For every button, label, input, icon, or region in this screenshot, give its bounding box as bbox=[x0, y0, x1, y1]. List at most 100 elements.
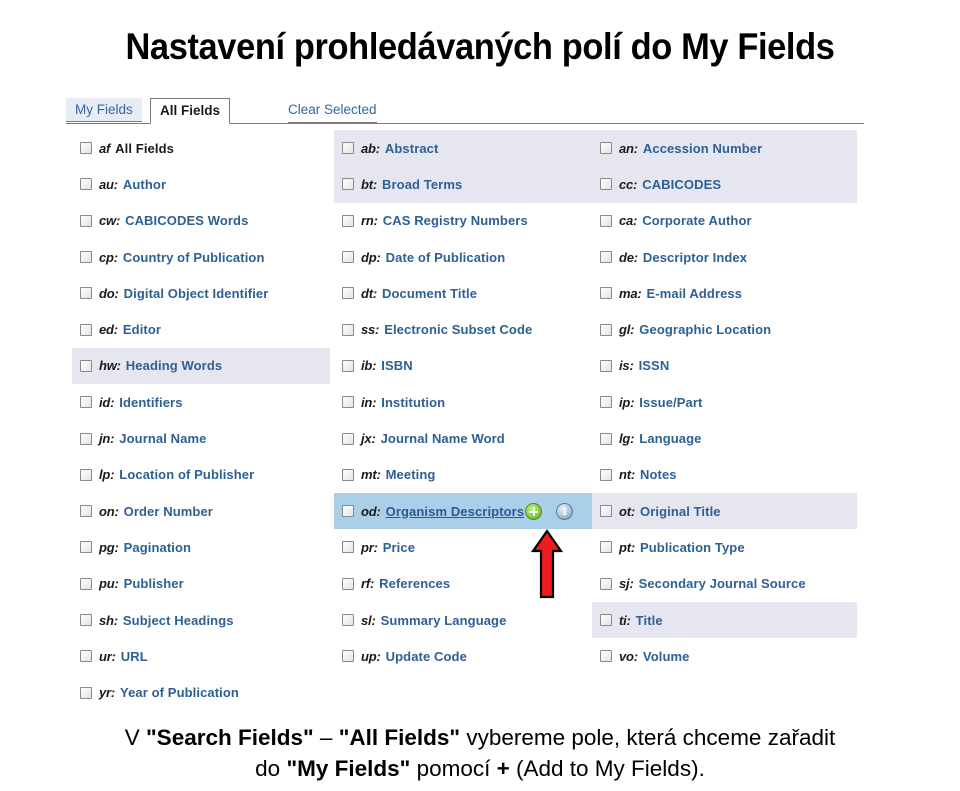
field-label[interactable]: Order Number bbox=[124, 504, 213, 519]
field-label[interactable]: ISBN bbox=[381, 358, 412, 373]
field-label[interactable]: Document Title bbox=[382, 286, 477, 301]
field-label[interactable]: Journal Name Word bbox=[381, 431, 505, 446]
field-label[interactable]: Original Title bbox=[640, 504, 721, 519]
field-label[interactable]: References bbox=[379, 576, 450, 591]
field-label[interactable]: All Fields bbox=[115, 141, 174, 156]
field-label[interactable]: Location of Publisher bbox=[119, 467, 254, 482]
checkbox-icon[interactable] bbox=[342, 396, 354, 409]
field-label[interactable]: Volume bbox=[643, 649, 690, 664]
field-row[interactable]: ed: Editor bbox=[72, 311, 330, 347]
field-row[interactable]: up: Update Code bbox=[334, 638, 592, 674]
checkbox-icon[interactable] bbox=[600, 650, 612, 663]
checkbox-icon[interactable] bbox=[80, 686, 92, 699]
field-label[interactable]: Date of Publication bbox=[386, 250, 506, 265]
field-row[interactable]: do: Digital Object Identifier bbox=[72, 275, 330, 311]
checkbox-icon[interactable] bbox=[600, 287, 612, 300]
checkbox-icon[interactable] bbox=[80, 577, 92, 590]
field-row[interactable]: de: Descriptor Index bbox=[592, 239, 857, 275]
field-label[interactable]: Title bbox=[636, 613, 663, 628]
checkbox-icon[interactable] bbox=[80, 214, 92, 227]
field-row[interactable]: is: ISSN bbox=[592, 348, 857, 384]
field-label[interactable]: Country of Publication bbox=[123, 250, 265, 265]
field-row[interactable]: ca: Corporate Author bbox=[592, 203, 857, 239]
field-row[interactable]: ab: Abstract bbox=[334, 130, 592, 167]
field-row[interactable]: jx: Journal Name Word bbox=[334, 420, 592, 456]
field-row[interactable]: ma: E-mail Address bbox=[592, 275, 857, 311]
field-row[interactable]: af All Fields bbox=[72, 130, 330, 166]
field-row[interactable]: sl: Summary Language bbox=[334, 602, 592, 638]
field-row[interactable]: yr: Year of Publication bbox=[72, 674, 330, 710]
clear-selected-link[interactable]: Clear Selected bbox=[288, 98, 377, 123]
field-label[interactable]: Notes bbox=[640, 467, 677, 482]
field-label[interactable]: Meeting bbox=[386, 467, 436, 482]
field-label[interactable]: Journal Name bbox=[119, 431, 206, 446]
field-label[interactable]: CABICODES Words bbox=[125, 213, 248, 228]
field-label[interactable]: Descriptor Index bbox=[643, 250, 747, 265]
info-circle-icon[interactable]: i bbox=[556, 502, 574, 520]
checkbox-icon[interactable] bbox=[342, 142, 354, 155]
checkbox-icon[interactable] bbox=[80, 432, 92, 445]
checkbox-icon[interactable] bbox=[80, 142, 92, 155]
checkbox-icon[interactable] bbox=[600, 178, 612, 191]
checkbox-icon[interactable] bbox=[342, 251, 354, 264]
field-row[interactable]: an: Accession Number bbox=[592, 130, 857, 167]
checkbox-icon[interactable] bbox=[342, 505, 354, 518]
field-label[interactable]: Electronic Subset Code bbox=[384, 322, 532, 337]
field-row[interactable]: cc: CABICODES bbox=[592, 166, 857, 203]
field-row[interactable]: gl: Geographic Location bbox=[592, 311, 857, 347]
field-label[interactable]: Abstract bbox=[385, 141, 439, 156]
field-row[interactable]: in: Institution bbox=[334, 384, 592, 420]
field-row[interactable]: hw: Heading Words bbox=[72, 347, 330, 385]
field-row[interactable]: nt: Notes bbox=[592, 457, 857, 493]
checkbox-icon[interactable] bbox=[80, 287, 92, 300]
checkbox-icon[interactable] bbox=[342, 323, 354, 336]
field-row[interactable]: ur: URL bbox=[72, 638, 330, 674]
field-label[interactable]: Author bbox=[123, 177, 166, 192]
checkbox-icon[interactable] bbox=[342, 359, 354, 372]
checkbox-icon[interactable] bbox=[80, 396, 92, 409]
field-row[interactable]: ib: ISBN bbox=[334, 348, 592, 384]
field-row[interactable]: vo: Volume bbox=[592, 638, 857, 674]
checkbox-icon[interactable] bbox=[342, 178, 354, 191]
checkbox-icon[interactable] bbox=[600, 323, 612, 336]
field-row[interactable]: lp: Location of Publisher bbox=[72, 457, 330, 493]
field-row[interactable]: cw: CABICODES Words bbox=[72, 203, 330, 239]
field-label[interactable]: Publisher bbox=[124, 576, 184, 591]
field-label[interactable]: E-mail Address bbox=[647, 286, 743, 301]
field-label[interactable]: CABICODES bbox=[642, 177, 721, 192]
checkbox-icon[interactable] bbox=[80, 178, 92, 191]
checkbox-icon[interactable] bbox=[80, 251, 92, 264]
field-row[interactable]: pu: Publisher bbox=[72, 566, 330, 602]
field-row[interactable]: od: Organism Descriptors i bbox=[334, 492, 592, 530]
checkbox-icon[interactable] bbox=[80, 323, 92, 336]
checkbox-icon[interactable] bbox=[600, 468, 612, 481]
checkbox-icon[interactable] bbox=[342, 214, 354, 227]
checkbox-icon[interactable] bbox=[600, 251, 612, 264]
field-row[interactable]: au: Author bbox=[72, 166, 330, 202]
field-label[interactable]: Digital Object Identifier bbox=[124, 286, 269, 301]
checkbox-icon[interactable] bbox=[600, 577, 612, 590]
field-label[interactable]: Corporate Author bbox=[642, 213, 751, 228]
field-label[interactable]: Pagination bbox=[124, 540, 191, 555]
checkbox-icon[interactable] bbox=[600, 432, 612, 445]
field-row[interactable]: bt: Broad Terms bbox=[334, 166, 592, 203]
field-row[interactable]: on: Order Number bbox=[72, 493, 330, 529]
field-row[interactable]: cp: Country of Publication bbox=[72, 239, 330, 275]
field-label[interactable]: Broad Terms bbox=[382, 177, 462, 192]
field-label[interactable]: Organism Descriptors bbox=[386, 504, 525, 519]
field-label[interactable]: Year of Publication bbox=[120, 685, 239, 700]
field-label[interactable]: Editor bbox=[123, 322, 161, 337]
field-label[interactable]: Geographic Location bbox=[639, 322, 771, 337]
field-row[interactable]: rn: CAS Registry Numbers bbox=[334, 203, 592, 239]
checkbox-icon[interactable] bbox=[80, 359, 92, 372]
field-row[interactable]: ss: Electronic Subset Code bbox=[334, 311, 592, 347]
checkbox-icon[interactable] bbox=[342, 287, 354, 300]
checkbox-icon[interactable] bbox=[600, 505, 612, 518]
field-label[interactable]: Subject Headings bbox=[123, 613, 234, 628]
field-row[interactable]: mt: Meeting bbox=[334, 457, 592, 493]
checkbox-icon[interactable] bbox=[342, 614, 354, 626]
field-row[interactable]: ti: Title bbox=[592, 601, 857, 639]
checkbox-icon[interactable] bbox=[600, 396, 612, 409]
checkbox-icon[interactable] bbox=[600, 214, 612, 227]
plus-circle-icon[interactable] bbox=[525, 502, 543, 520]
